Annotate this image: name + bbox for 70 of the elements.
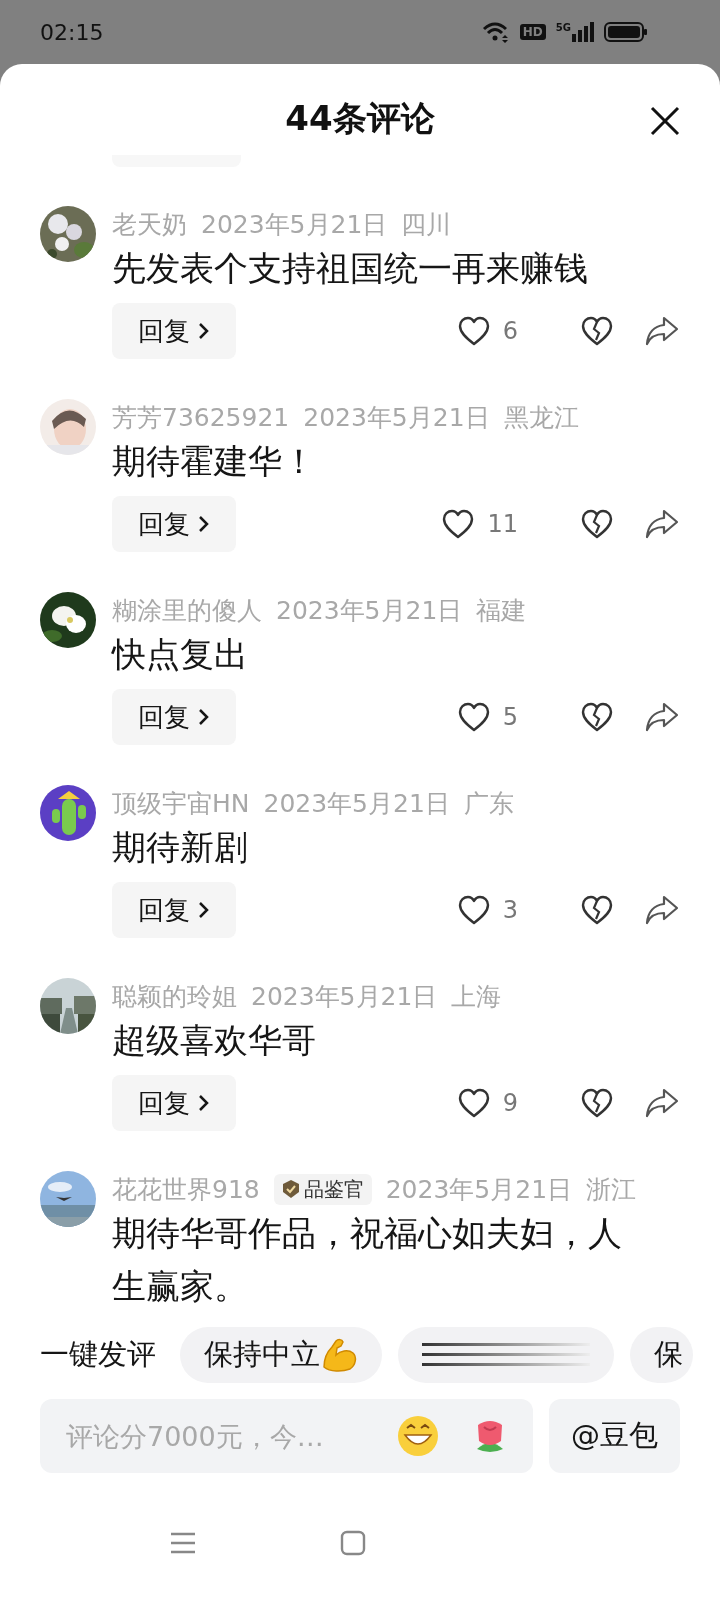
share-icon[interactable] <box>644 894 680 926</box>
comment-date: 2023年5月21日 <box>263 787 450 820</box>
comment-text: 先发表个支持祖国统一再来赚钱 <box>112 247 589 290</box>
comment-text: 期待霍建华！ <box>112 440 317 483</box>
suggestion-chip[interactable]: 保持中立 <box>180 1327 382 1383</box>
chevron-icon <box>198 708 210 726</box>
broken-heart-icon[interactable] <box>580 315 614 347</box>
home-icon[interactable] <box>340 1529 366 1556</box>
comment-field[interactable]: 评论分7000元，今… <box>64 1419 367 1453</box>
user-badge: 品鉴官 <box>273 1173 372 1205</box>
like-count: 3 <box>502 896 518 924</box>
comment-region: 四川 <box>401 208 452 241</box>
reply-button[interactable]: 回复 <box>112 496 236 552</box>
comment-region: 浙江 <box>586 1173 637 1206</box>
share-icon[interactable] <box>644 315 680 347</box>
broken-heart-icon[interactable] <box>580 894 614 926</box>
comment-date: 2023年5月21日 <box>201 208 388 241</box>
comment-region: 广东 <box>463 787 514 820</box>
broken-heart-icon[interactable] <box>580 1087 614 1119</box>
chevron-icon <box>198 901 210 919</box>
menu-icon[interactable] <box>170 1530 196 1555</box>
heart-icon[interactable] <box>456 315 491 347</box>
share-icon[interactable] <box>644 701 680 733</box>
comment-text: 超级喜欢华哥 <box>112 1019 317 1062</box>
medal-icon <box>281 1180 300 1198</box>
sheet-title: 44条评论 <box>285 97 435 140</box>
reply-button[interactable]: 回复 <box>112 303 236 359</box>
comment-text: 期待华哥作品，祝福心如夫妇，人生赢家。 <box>112 1212 623 1308</box>
comment-text: 期待新剧 <box>112 826 249 869</box>
comment-region: 黑龙江 <box>503 401 579 434</box>
network-label: 5G <box>555 22 571 33</box>
close-icon[interactable] <box>650 106 680 136</box>
comment-region: 福建 <box>476 594 527 627</box>
reply-button[interactable]: 回复 <box>112 689 236 745</box>
heart-icon[interactable] <box>456 1087 491 1119</box>
broken-heart-icon[interactable] <box>580 508 614 540</box>
heart-icon[interactable] <box>441 508 476 540</box>
wifi-icon <box>481 21 510 43</box>
comment-date: 2023年5月21日 <box>251 980 438 1013</box>
grinning-face-icon[interactable] <box>397 1415 439 1457</box>
mention-button[interactable]: @豆包 <box>549 1399 680 1473</box>
chevron-icon <box>198 1094 210 1112</box>
like-count: 9 <box>502 1089 518 1117</box>
chevron-icon <box>198 515 210 533</box>
broken-heart-icon[interactable] <box>580 701 614 733</box>
comment-text: 快点复出 <box>112 633 249 676</box>
comment-region: 上海 <box>451 980 502 1013</box>
reply-button[interactable]: 回复 <box>112 1075 236 1131</box>
share-icon[interactable] <box>644 1087 680 1119</box>
like-count: 6 <box>502 317 518 345</box>
quick-comment-label: 一键发评 <box>40 1336 156 1373</box>
comment-date: 2023年5月21日 <box>276 594 463 627</box>
comment-date: 2023年5月21日 <box>303 401 490 434</box>
comment-date: 2023年5月21日 <box>385 1173 573 1206</box>
loading-lines-icon <box>422 1341 590 1369</box>
like-count: 5 <box>502 703 518 731</box>
reply-button[interactable]: 回复 <box>112 882 236 938</box>
chevron-icon <box>198 322 210 340</box>
status-time: 02:15 <box>40 19 105 45</box>
comment-box[interactable]: 评论分7000元，今… <box>40 1399 533 1473</box>
like-count: 11 <box>487 510 518 538</box>
hd-badge: HD <box>519 24 546 40</box>
signal-icon <box>572 22 594 42</box>
share-icon[interactable] <box>644 508 680 540</box>
battery-icon <box>604 22 648 42</box>
heart-icon[interactable] <box>456 894 491 926</box>
flexed-arm-icon <box>320 1337 358 1373</box>
suggestion-chip[interactable] <box>398 1327 614 1383</box>
suggestion-chip[interactable]: 保 <box>630 1327 693 1383</box>
heart-icon[interactable] <box>456 701 491 733</box>
